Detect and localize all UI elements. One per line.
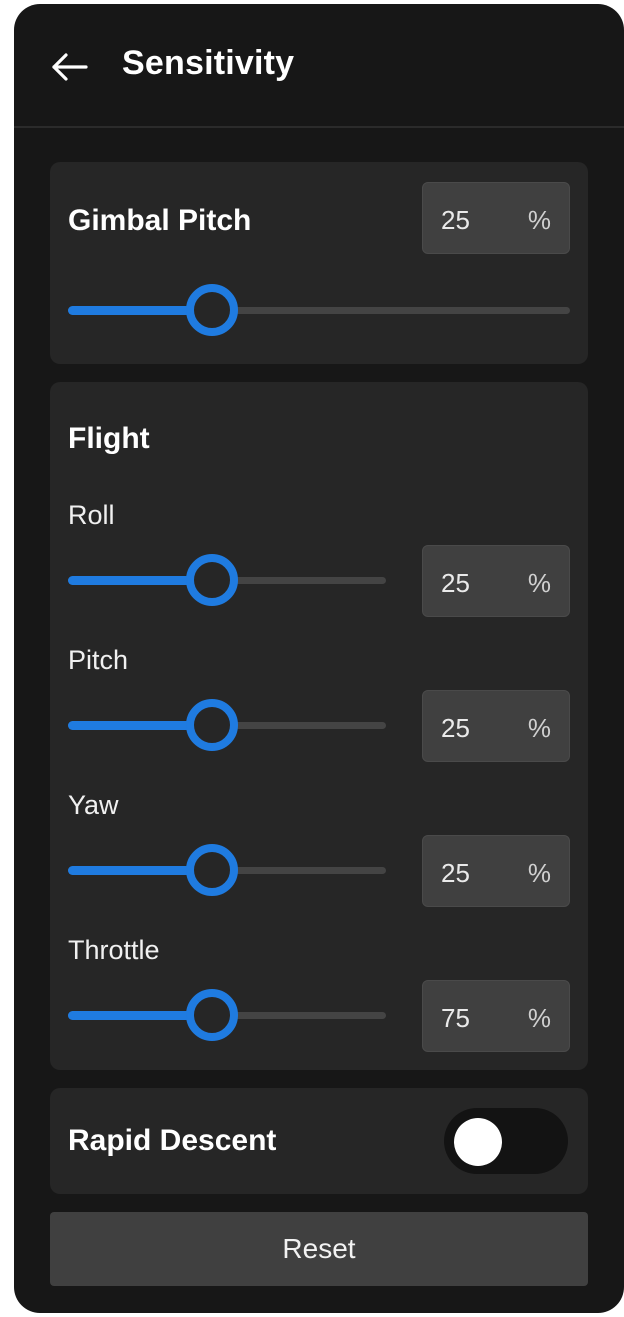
gimbal-pitch-slider[interactable] (68, 284, 570, 336)
gimbal-pitch-unit: % (527, 205, 551, 235)
roll-label: Roll (68, 500, 115, 530)
slider-thumb[interactable] (186, 844, 238, 896)
sensitivity-panel: Sensitivity Gimbal Pitch 25 % Flight Rol… (14, 4, 624, 1313)
pitch-value: 25 (441, 713, 470, 743)
toggle-knob (454, 1118, 502, 1166)
reset-button[interactable]: Reset (50, 1212, 588, 1286)
throttle-value-field[interactable]: 75 % (422, 980, 570, 1052)
throttle-slider[interactable] (68, 989, 386, 1041)
pitch-value-field[interactable]: 25 % (422, 690, 570, 762)
roll-unit: % (527, 568, 551, 598)
slider-thumb[interactable] (186, 989, 238, 1041)
throttle-unit: % (527, 1003, 551, 1033)
pitch-unit: % (527, 713, 551, 743)
rapid-descent-toggle[interactable] (444, 1108, 568, 1174)
rapid-descent-label: Rapid Descent (68, 1124, 277, 1157)
pitch-label: Pitch (68, 645, 129, 675)
yaw-value-field[interactable]: 25 % (422, 835, 570, 907)
pitch-slider[interactable] (68, 699, 386, 751)
slider-thumb[interactable] (186, 554, 238, 606)
page-title: Sensitivity (122, 44, 295, 82)
yaw-label: Yaw (68, 790, 119, 820)
slider-thumb[interactable] (186, 284, 238, 336)
gimbal-pitch-value-field[interactable]: 25 % (422, 182, 570, 254)
slider-thumb[interactable] (186, 699, 238, 751)
throttle-label: Throttle (68, 935, 160, 965)
flight-card: Flight Roll 25 % Pitch 25 % Yaw 25 % Thr… (50, 382, 588, 1070)
gimbal-pitch-value: 25 (441, 205, 470, 235)
back-button[interactable] (50, 50, 90, 84)
rapid-descent-card: Rapid Descent (50, 1088, 588, 1194)
roll-slider[interactable] (68, 554, 386, 606)
header: Sensitivity (14, 4, 624, 128)
flight-title: Flight (68, 422, 150, 455)
gimbal-pitch-card: Gimbal Pitch 25 % (50, 162, 588, 364)
arrow-left-icon (52, 53, 88, 81)
yaw-slider[interactable] (68, 844, 386, 896)
throttle-value: 75 (441, 1003, 470, 1033)
roll-value: 25 (441, 568, 470, 598)
roll-value-field[interactable]: 25 % (422, 545, 570, 617)
yaw-unit: % (527, 858, 551, 888)
gimbal-pitch-title: Gimbal Pitch (68, 204, 252, 237)
yaw-value: 25 (441, 858, 470, 888)
